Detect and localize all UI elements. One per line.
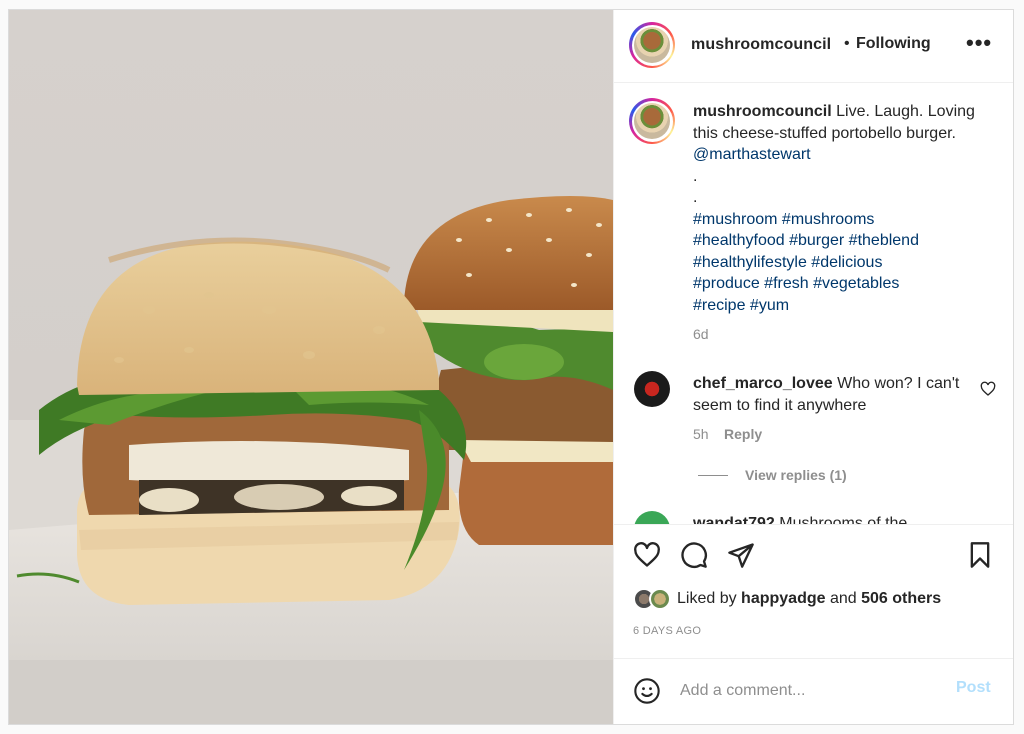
- view-replies-button[interactable]: View replies (1): [745, 467, 847, 483]
- likes-summary[interactable]: Liked by happyadge and 506 others: [633, 588, 941, 610]
- hashtag-line[interactable]: #mushroom #mushrooms: [693, 209, 993, 231]
- comment-heart-icon[interactable]: [980, 381, 996, 397]
- more-options-icon[interactable]: •••: [966, 30, 992, 56]
- liker-avatar: [649, 588, 671, 610]
- burger-photo-illustration: [9, 196, 613, 724]
- bookmark-icon[interactable]: [966, 541, 994, 569]
- comment-input[interactable]: [680, 679, 940, 703]
- paper-plane-icon[interactable]: [727, 541, 755, 569]
- smiley-icon[interactable]: [633, 677, 661, 705]
- post-side-panel: mushroomcouncil • Following ••• mushroom…: [613, 10, 1013, 724]
- likes-joiner: and: [829, 590, 857, 607]
- reply-button[interactable]: Reply: [724, 426, 762, 442]
- comment-timestamp[interactable]: 5h: [693, 426, 709, 442]
- hashtag-line[interactable]: #recipe #yum: [693, 295, 993, 317]
- caption-username[interactable]: mushroomcouncil: [693, 103, 832, 120]
- comment-text: Mushrooms of the: [779, 515, 908, 524]
- header-username[interactable]: mushroomcouncil: [691, 36, 831, 54]
- caption-avatar[interactable]: [629, 98, 675, 144]
- post-header: mushroomcouncil • Following •••: [614, 10, 1013, 83]
- comment-icon[interactable]: [680, 541, 708, 569]
- header-separator: •: [844, 35, 850, 52]
- post-comment-button[interactable]: Post: [956, 679, 991, 697]
- post-modal: mushroomcouncil • Following ••• mushroom…: [8, 9, 1014, 725]
- likes-text: Liked by happyadge and 506 others: [677, 590, 941, 608]
- caption-dot: .: [693, 189, 698, 206]
- post-timestamp[interactable]: 6 DAYS AGO: [633, 625, 701, 637]
- hashtag-line[interactable]: #produce #fresh #vegetables: [693, 273, 993, 295]
- hashtag-line[interactable]: #healthyfood #burger #theblend: [693, 230, 993, 252]
- mention-link[interactable]: @marthastewart: [693, 146, 811, 163]
- hashtag-line[interactable]: #healthylifestyle #delicious: [693, 252, 993, 274]
- comment-body: chef_marco_lovee Who won? I can't seem t…: [693, 373, 963, 416]
- comments-list[interactable]: mushroomcouncil Live. Laugh. Loving this…: [614, 83, 1013, 524]
- profile-avatar[interactable]: [629, 22, 675, 68]
- view-replies-divider: [698, 475, 728, 476]
- likes-prefix: Liked by: [677, 590, 737, 607]
- post-actions: Liked by happyadge and 506 others 6 DAYS…: [614, 524, 1013, 659]
- comment-body: wandat792 Mushrooms of the: [693, 513, 963, 524]
- heart-icon[interactable]: [633, 541, 661, 569]
- comment-username[interactable]: chef_marco_lovee: [693, 375, 833, 392]
- liker-username[interactable]: happyadge: [741, 590, 825, 607]
- post-photo[interactable]: [9, 10, 613, 724]
- caption-timestamp[interactable]: 6d: [693, 326, 709, 342]
- add-comment-bar: Post: [614, 658, 1013, 724]
- post-caption: mushroomcouncil Live. Laugh. Loving this…: [693, 101, 993, 316]
- caption-dot: .: [693, 167, 698, 185]
- commenter-avatar[interactable]: [634, 511, 670, 524]
- following-button[interactable]: Following: [856, 35, 931, 53]
- avatar-image: [634, 27, 670, 63]
- commenter-avatar[interactable]: [634, 371, 670, 407]
- avatar-image: [634, 103, 670, 139]
- comment-username[interactable]: wandat792: [693, 515, 775, 524]
- likes-count[interactable]: 506 others: [861, 590, 941, 607]
